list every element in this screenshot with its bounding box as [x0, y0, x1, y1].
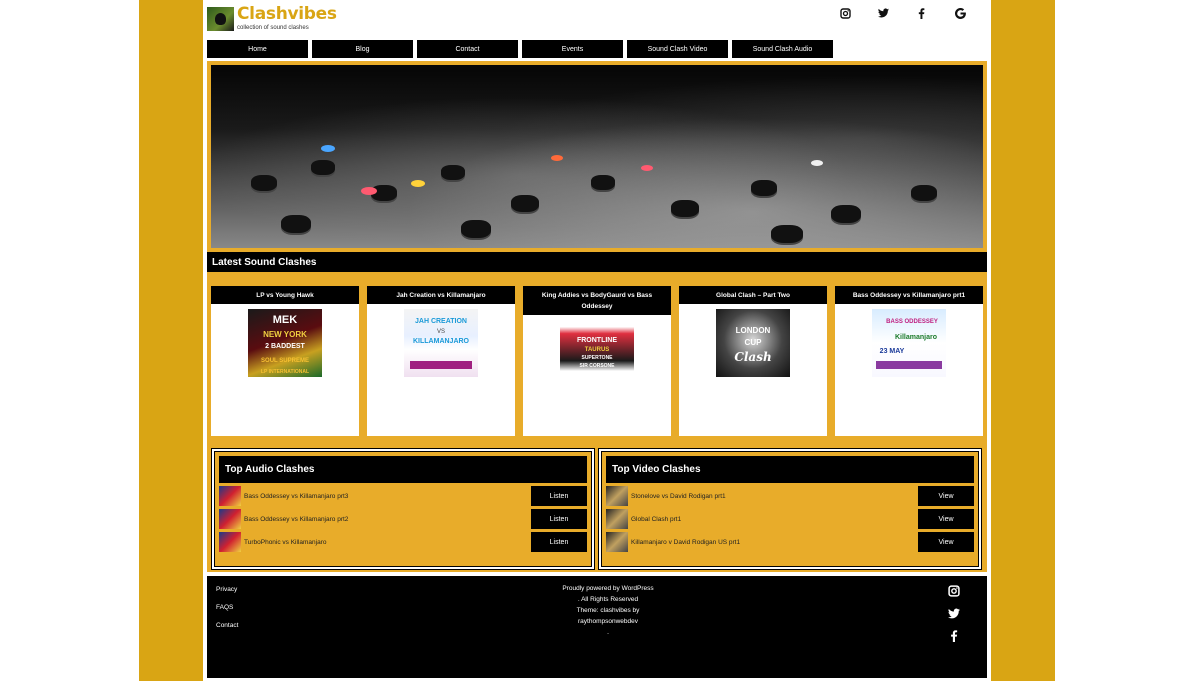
- list-item: Killamanjaro v David Rodigan US prt1 Vie…: [606, 532, 974, 552]
- top-audio-heading: Top Audio Clashes: [219, 456, 587, 483]
- author-link[interactable]: raythompsonwebdev: [507, 616, 709, 627]
- svg-text:2 BADDEST: 2 BADDEST: [265, 343, 305, 350]
- facebook-icon[interactable]: [947, 630, 961, 645]
- card-poster[interactable]: BASS ODDESSEY Killamanjaro 23 MAY: [872, 309, 946, 377]
- card-poster[interactable]: MEK NEW YORK 2 BADDEST SOUL SUPREME LP INTER…: [248, 309, 322, 377]
- list-item: Global Clash prt1 View: [606, 509, 974, 529]
- card-poster[interactable]: LONDON CUP Clash: [716, 309, 790, 377]
- svg-text:SOUL SUPREME: SOUL SUPREME: [261, 358, 309, 364]
- svg-text:VS: VS: [437, 329, 445, 335]
- clash-thumbnail[interactable]: [606, 509, 628, 529]
- top-video-panel: Top Video Clashes Stonelove vs David Rod…: [598, 448, 982, 570]
- list-item: Bass Oddessey vs Killamanjaro prt3 Liste…: [219, 486, 587, 506]
- list-item-label[interactable]: Bass Oddessey vs Killamanjaro prt3: [241, 493, 531, 500]
- clash-thumbnail[interactable]: [219, 486, 241, 506]
- left-gold-border: [139, 0, 203, 681]
- list-item-label[interactable]: Global Clash prt1: [628, 516, 918, 523]
- card-poster[interactable]: JAH CREATION VS KILLAMANJARO: [404, 309, 478, 377]
- list-item: TurboPhonic vs Killamanjaro Listen: [219, 532, 587, 552]
- page-container: Clashvibes collection of sound clashes H…: [203, 0, 991, 681]
- view-button[interactable]: View: [918, 532, 974, 552]
- hero-mixer-image: [211, 65, 983, 248]
- nav-home[interactable]: Home: [207, 40, 308, 58]
- card-poster[interactable]: FRONTLINE TAURUS SUPERTONE SIR CORSONE: [560, 320, 634, 388]
- clash-thumbnail[interactable]: [219, 532, 241, 552]
- listen-button[interactable]: Listen: [531, 532, 587, 552]
- card-title[interactable]: King Addies vs BodyGaurd vs Bass Oddesse…: [523, 286, 671, 315]
- svg-text:SIR CORSONE: SIR CORSONE: [579, 363, 615, 369]
- svg-text:JAH CREATION: JAH CREATION: [415, 318, 467, 325]
- svg-text:BASS ODDESSEY: BASS ODDESSEY: [886, 319, 938, 325]
- listen-button[interactable]: Listen: [531, 509, 587, 529]
- site-logo[interactable]: Clashvibes collection of sound clashes: [207, 6, 337, 32]
- card-title[interactable]: LP vs Young Hawk: [211, 286, 359, 304]
- site-title: Clashvibes: [237, 4, 337, 24]
- clash-thumbnail[interactable]: [606, 532, 628, 552]
- svg-text:LP INTERNATIONAL: LP INTERNATIONAL: [261, 369, 309, 375]
- list-item-label[interactable]: Bass Oddessey vs Killamanjaro prt2: [241, 516, 531, 523]
- clash-card[interactable]: LP vs Young Hawk MEK NEW YORK 2 BADDEST SOU…: [211, 286, 359, 436]
- clash-thumbnail[interactable]: [219, 509, 241, 529]
- footer-dot: .: [607, 629, 609, 636]
- svg-text:23 MAY: 23 MAY: [880, 348, 905, 355]
- svg-text:MEK: MEK: [273, 314, 298, 326]
- card-title[interactable]: Bass Oddessey vs Killamanjaro prt1: [835, 286, 983, 304]
- card-title[interactable]: Global Clash – Part Two: [679, 286, 827, 304]
- footer-credits: Proudly powered by WordPress . All Right…: [507, 583, 709, 638]
- nav-sound-clash-video[interactable]: Sound Clash Video: [627, 40, 728, 58]
- twitter-icon[interactable]: [876, 6, 890, 20]
- svg-text:SUPERTONE: SUPERTONE: [581, 355, 613, 361]
- list-item-label[interactable]: Killamanjaro v David Rodigan US prt1: [628, 539, 918, 546]
- site-footer: Privacy FAQS Contact Proudly powered by …: [207, 576, 987, 678]
- facebook-icon[interactable]: [914, 6, 928, 20]
- clash-card[interactable]: King Addies vs BodyGaurd vs Bass Oddesse…: [523, 286, 671, 436]
- nav-sound-clash-audio[interactable]: Sound Clash Audio: [732, 40, 833, 58]
- instagram-icon[interactable]: [838, 6, 852, 20]
- svg-text:TAURUS: TAURUS: [585, 347, 610, 353]
- svg-text:NEW YORK: NEW YORK: [263, 330, 307, 339]
- footer-link-faqs[interactable]: FAQS: [216, 604, 233, 611]
- listen-button[interactable]: Listen: [531, 486, 587, 506]
- top-video-heading: Top Video Clashes: [606, 456, 974, 483]
- list-item-label[interactable]: TurboPhonic vs Killamanjaro: [241, 539, 531, 546]
- clash-card[interactable]: Global Clash – Part Two LONDON CUP Clash: [679, 286, 827, 436]
- card-title[interactable]: Jah Creation vs Killamanjaro: [367, 286, 515, 304]
- clash-card[interactable]: Bass Oddessey vs Killamanjaro prt1 BASS …: [835, 286, 983, 436]
- google-icon[interactable]: [953, 6, 967, 20]
- svg-text:KILLAMANJARO: KILLAMANJARO: [413, 338, 470, 345]
- nav-events[interactable]: Events: [522, 40, 623, 58]
- top-audio-panel: Top Audio Clashes Bass Oddessey vs Killa…: [211, 448, 595, 570]
- theme-text: Theme: clashvibes by: [576, 607, 640, 614]
- logo-image: [207, 7, 234, 31]
- main-content: Latest Sound Clashes LP vs Young Hawk ME…: [207, 61, 987, 572]
- list-item: Bass Oddessey vs Killamanjaro prt2 Liste…: [219, 509, 587, 529]
- list-item-label[interactable]: Stonelove vs David Rodigan prt1: [628, 493, 918, 500]
- instagram-icon[interactable]: [947, 585, 961, 600]
- main-nav: Home Blog Contact Events Sound Clash Vid…: [207, 40, 837, 58]
- nav-blog[interactable]: Blog: [312, 40, 413, 58]
- svg-text:LONDON: LONDON: [736, 326, 771, 335]
- view-button[interactable]: View: [918, 486, 974, 506]
- footer-link-contact[interactable]: Contact: [216, 622, 238, 629]
- twitter-icon[interactable]: [947, 608, 961, 622]
- site-tagline: collection of sound clashes: [237, 25, 309, 31]
- footer-link-privacy[interactable]: Privacy: [216, 586, 237, 593]
- clash-card[interactable]: Jah Creation vs Killamanjaro JAH CREATIO…: [367, 286, 515, 436]
- clash-thumbnail[interactable]: [606, 486, 628, 506]
- view-button[interactable]: View: [918, 509, 974, 529]
- rights-text: . All Rights Reserved: [577, 596, 639, 603]
- svg-text:Killamanjaro: Killamanjaro: [895, 334, 937, 341]
- powered-by-link[interactable]: Proudly powered by WordPress: [507, 583, 709, 594]
- svg-text:Clash: Clash: [734, 350, 771, 364]
- nav-contact[interactable]: Contact: [417, 40, 518, 58]
- svg-text:FRONTLINE: FRONTLINE: [577, 337, 617, 344]
- latest-heading: Latest Sound Clashes: [207, 252, 987, 272]
- latest-cards: LP vs Young Hawk MEK NEW YORK 2 BADDEST SOU…: [211, 286, 991, 436]
- svg-text:CUP: CUP: [745, 338, 763, 347]
- list-item: Stonelove vs David Rodigan prt1 View: [606, 486, 974, 506]
- right-gold-border: [991, 0, 1055, 681]
